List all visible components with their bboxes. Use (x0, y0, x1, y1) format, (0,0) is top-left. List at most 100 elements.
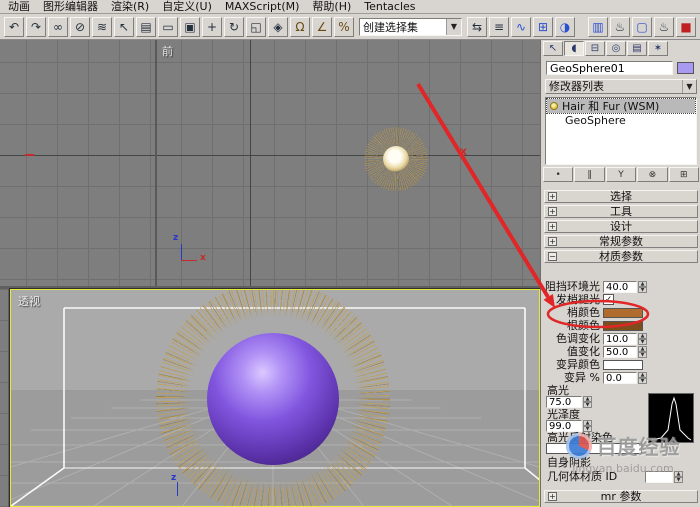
occluded-ambient-input[interactable] (603, 281, 637, 293)
perspective-viewport[interactable]: 透视 z (9, 288, 541, 507)
chevron-down-icon[interactable]: ▼ (446, 18, 461, 35)
make-unique-icon[interactable]: Y (605, 167, 637, 182)
front-viewport[interactable]: 前 X z x (0, 40, 540, 286)
object-name-field[interactable] (546, 61, 673, 75)
undo-icon[interactable]: ↶ (4, 16, 24, 37)
plus-icon: + (548, 222, 557, 231)
select-and-manipulate-icon[interactable]: ◈ (268, 16, 288, 37)
select-by-name-icon[interactable]: ▤ (136, 16, 156, 37)
mutant-percent-spinner[interactable] (638, 372, 647, 384)
mutant-percent-input[interactable] (603, 372, 637, 384)
modifier-stack-item-label: Hair 和 Fur (WSM) (562, 100, 660, 113)
rollout-general-parameters[interactable]: + 常规参数 (544, 235, 698, 248)
tab-hierarchy-icon[interactable]: ⊟ (585, 41, 605, 56)
select-and-link-icon[interactable]: ∞ (48, 16, 68, 37)
schematic-view-icon[interactable]: ⊞ (533, 16, 553, 37)
menu-graph-editors[interactable]: 图形编辑器 (43, 0, 98, 13)
root-color-swatch[interactable] (603, 321, 643, 331)
spinner-down-icon[interactable] (638, 352, 647, 358)
stack-toolbar: • ‖ Y ⊗ ⊞ (543, 167, 700, 183)
named-selection-sets-combo[interactable]: ▼ (359, 17, 462, 36)
tab-modify-icon[interactable]: ◖ (564, 41, 584, 56)
tip-color-swatch[interactable] (603, 308, 643, 318)
mutant-color-swatch[interactable] (603, 360, 643, 370)
chevron-down-icon[interactable]: ▼ (682, 80, 696, 93)
angle-snap-icon[interactable]: ∠ (312, 16, 332, 37)
pin-stack-icon[interactable]: • (543, 167, 574, 182)
geom-mat-id-label: 几何体材质 ID (547, 470, 618, 483)
plus-icon: + (548, 492, 557, 501)
front-viewport-label[interactable]: 前 (162, 43, 173, 59)
rollout-selection[interactable]: + 选择 (544, 190, 698, 203)
mirror-icon[interactable]: ⇆ (467, 16, 487, 37)
geosphere-front-view[interactable] (383, 146, 409, 172)
redo-icon[interactable]: ↷ (26, 16, 46, 37)
menu-customize[interactable]: 自定义(U) (162, 0, 212, 13)
named-selection-input[interactable] (360, 18, 446, 35)
specular-input[interactable] (546, 396, 582, 408)
value-variation-row: 值变化 (541, 346, 700, 358)
value-variation-spinner[interactable] (638, 346, 647, 358)
menu-help[interactable]: 帮助(H) (312, 0, 351, 13)
modifier-stack-item-geosphere[interactable]: GeoSphere (547, 113, 695, 127)
render-setup-icon[interactable]: ♨ (610, 16, 630, 37)
select-and-scale-icon[interactable]: ◱ (246, 16, 266, 37)
curve-editor-icon[interactable]: ∿ (511, 16, 531, 37)
menu-tentacles[interactable]: Tentacles (364, 0, 415, 13)
tab-motion-icon[interactable]: ◎ (606, 41, 626, 56)
tab-display-icon[interactable]: ▤ (627, 41, 647, 56)
window-crossing-icon[interactable]: ▣ (180, 16, 200, 37)
unlink-selection-icon[interactable]: ⊘ (70, 16, 90, 37)
self-shadow-label: 自身阴影 (547, 456, 591, 469)
spinner-down-icon[interactable] (638, 339, 647, 345)
perspective-viewport-label[interactable]: 透视 (18, 293, 40, 309)
menu-maxscript[interactable]: MAXScript(M) (225, 0, 300, 13)
object-color-swatch[interactable] (677, 62, 694, 74)
bind-to-space-warp-icon[interactable]: ≋ (92, 16, 112, 37)
snaps-toggle-icon[interactable]: Ω (290, 16, 310, 37)
spinner-down-icon[interactable] (583, 402, 592, 408)
rollout-tools[interactable]: + 工具 (544, 205, 698, 218)
geom-mat-id-spinner[interactable] (674, 471, 683, 483)
select-and-move-icon[interactable]: + (202, 16, 222, 37)
modifier-stack-item-hair-fur[interactable]: Hair 和 Fur (WSM) (546, 98, 696, 114)
viewport-divider[interactable] (155, 40, 157, 286)
remove-modifier-icon[interactable]: ⊗ (637, 167, 668, 182)
render-type-icon[interactable]: ■ (676, 16, 696, 37)
configure-modifier-sets-icon[interactable]: ⊞ (668, 167, 700, 182)
geom-mat-id-input[interactable] (645, 471, 673, 483)
occluded-ambient-spinner[interactable] (638, 281, 647, 293)
modifier-list-dropdown[interactable]: 修改器列表 ▼ (545, 79, 697, 94)
geosphere-perspective-view[interactable] (207, 333, 339, 465)
rollout-mr-parameters[interactable]: + mr 参数 (544, 490, 698, 503)
menu-animation[interactable]: 动画 (8, 0, 30, 13)
rollout-label: 材质参数 (599, 250, 643, 263)
material-editor-icon[interactable]: ◑ (555, 16, 575, 37)
tab-create-icon[interactable]: ↖ (543, 41, 563, 56)
tip-fade-checkbox[interactable]: ✓ (603, 294, 614, 305)
menu-rendering[interactable]: 渲染(R) (111, 0, 149, 13)
align-icon[interactable]: ≡ (489, 16, 509, 37)
tip-fade-label: 发梢褪光 (556, 293, 600, 306)
hue-variation-input[interactable] (603, 333, 637, 345)
select-object-icon[interactable]: ↖ (114, 16, 134, 37)
tab-utilities-icon[interactable]: ✶ (648, 41, 668, 56)
show-end-result-icon[interactable]: ‖ (574, 167, 605, 182)
rollout-styling[interactable]: + 设计 (544, 220, 698, 233)
rollout-material-parameters[interactable]: − 材质参数 (544, 250, 698, 263)
hue-variation-spinner[interactable] (638, 333, 647, 345)
percent-snap-icon[interactable]: % (334, 16, 354, 37)
specular-spinner[interactable] (583, 396, 592, 408)
specular-tint-swatch[interactable] (546, 443, 642, 454)
rendered-frame-window-icon[interactable]: ▢ (632, 16, 652, 37)
quick-render-icon[interactable]: ♨ (654, 16, 674, 37)
spinner-down-icon[interactable] (674, 477, 683, 483)
layer-manager-icon[interactable]: ▥ (588, 16, 608, 37)
main-toolbar: ↶ ↷ ∞ ⊘ ≋ ↖ ▤ ▭ ▣ + ↻ ◱ ◈ Ω ∠ % ▼ ⇆ ≡ ∿ … (0, 14, 700, 40)
select-and-rotate-icon[interactable]: ↻ (224, 16, 244, 37)
spinner-down-icon[interactable] (638, 378, 647, 384)
lightbulb-icon[interactable] (550, 102, 558, 110)
rectangular-selection-region-icon[interactable]: ▭ (158, 16, 178, 37)
spinner-down-icon[interactable] (638, 287, 647, 293)
value-variation-input[interactable] (603, 346, 637, 358)
